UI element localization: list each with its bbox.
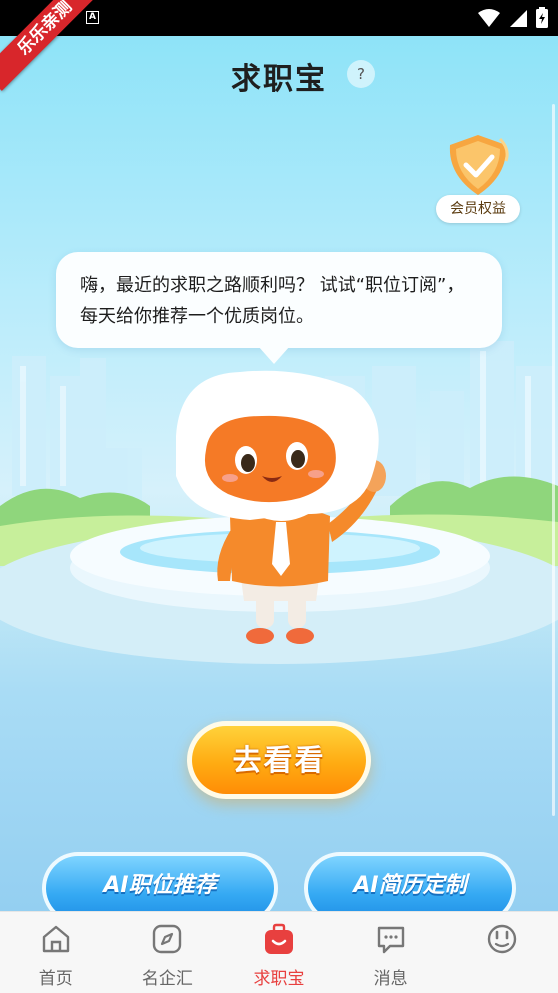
go-look-button[interactable]: 去看看 [187, 721, 371, 799]
tab-famous-companies[interactable]: 名企汇 [112, 912, 224, 993]
shield-check-icon [449, 135, 509, 195]
bag-icon [264, 923, 293, 954]
help-button[interactable]: ? [347, 60, 375, 88]
android-a-icon: A [86, 11, 99, 24]
tab-messages[interactable]: 消息 [335, 912, 447, 993]
tab-job-treasure[interactable]: 求职宝 [223, 912, 335, 993]
go-look-label: 去看看 [192, 726, 366, 794]
ai-resume-custom-label: AI简历定制 [308, 856, 512, 911]
member-benefits-button[interactable]: 会员权益 [436, 131, 520, 223]
speech-bubble-tail [258, 346, 290, 364]
compass-icon [153, 924, 182, 954]
signal-icon [510, 9, 527, 27]
bottom-tab-bar: 首页 名企汇 求职宝 消息 [0, 911, 558, 993]
speech-bubble: 嗨，最近的求职之路顺利吗？ 试试“职位订阅”，每天给你推荐一个优质岗位。 [56, 252, 502, 348]
scrollbar[interactable] [552, 104, 555, 816]
wifi-icon [478, 8, 500, 27]
profile-face-icon [487, 924, 517, 954]
tab-famous-companies-label: 名企汇 [141, 969, 193, 989]
main-scene: 求职宝 ? 会员权益 嗨，最近的求职之路顺利吗？ 试试“职位订阅”，每天给你推荐… [0, 36, 558, 911]
ai-job-recommend-button[interactable]: AI职位推荐 [42, 852, 278, 911]
battery-icon [536, 7, 548, 28]
ai-resume-custom-button[interactable]: AI简历定制 [304, 852, 516, 911]
message-icon [377, 926, 404, 954]
page-title: 求职宝 [231, 62, 327, 97]
home-icon [42, 925, 69, 953]
tab-home-label: 首页 [38, 969, 73, 989]
tab-home[interactable]: 首页 [0, 912, 112, 993]
status-icons [478, 7, 548, 28]
ai-job-recommend-label: AI职位推荐 [46, 856, 274, 911]
tab-job-treasure-label: 求职宝 [253, 969, 305, 989]
tab-messages-label: 消息 [373, 969, 408, 989]
tab-profile[interactable] [446, 912, 558, 993]
member-benefits-label: 会员权益 [436, 195, 520, 223]
